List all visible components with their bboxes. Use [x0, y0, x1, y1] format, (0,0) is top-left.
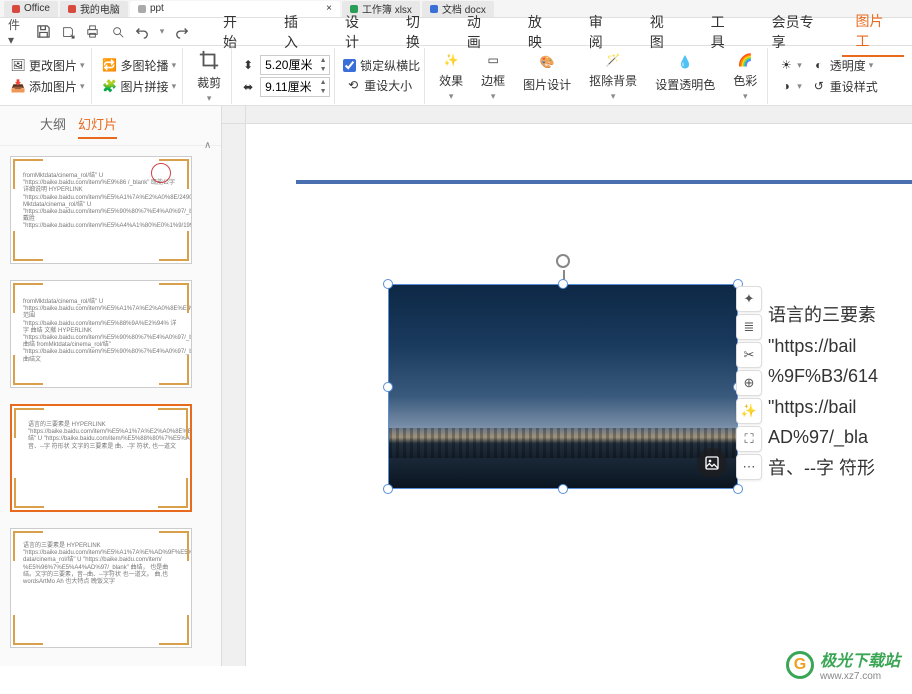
width-icon: ⬌ [240, 79, 256, 95]
rotate-handle[interactable] [556, 254, 570, 268]
height-spinner[interactable]: ▲▼ [260, 77, 330, 97]
slide-canvas[interactable]: ✦ ≣ ✂ ⊕ ✨ ⛶ ⋯ 语言的三要素 "https://bail %9F%B… [246, 124, 912, 666]
resize-handle-ml[interactable] [383, 382, 393, 392]
color-icon: 🌈 [733, 50, 757, 70]
crop-tool-icon[interactable]: ✂ [736, 342, 762, 368]
slide-thumbnail-1[interactable]: fromMktdata/cinema_rol/结" U "https://bai… [10, 156, 192, 264]
multi-carousel-button[interactable]: 🔁多图轮播▾ [100, 56, 179, 75]
print-icon[interactable] [85, 23, 100, 41]
expand-icon[interactable]: ⛶ [736, 426, 762, 452]
slide-thumbnail-4[interactable]: 语言的三要素是 HYPERLINK "https://baike.baidu.c… [10, 528, 192, 648]
slide-thumbnail-2[interactable]: fromMktdata/cinema_rol/结" U "https://bai… [10, 280, 192, 388]
height-icon: ⬍ [240, 57, 256, 73]
remove-bg-button[interactable]: 🪄抠除背景▾ [583, 48, 643, 104]
reset-style-button[interactable]: ◑▾ ↺重设样式 [776, 77, 880, 96]
set-transparent-button[interactable]: 💧设置透明色 [649, 48, 721, 104]
selected-image[interactable] [388, 284, 738, 489]
floating-toolbar: ✦ ≣ ✂ ⊕ ✨ ⛶ ⋯ [736, 286, 762, 480]
image-design-button[interactable]: 🎨图片设计 [517, 48, 577, 104]
tab-mypc[interactable]: 我的电脑 [60, 1, 128, 17]
width-spinner[interactable]: ▲▼ [260, 55, 330, 75]
crop-icon [197, 48, 221, 72]
carousel-icon: 🔁 [102, 57, 118, 73]
spin-down[interactable]: ▼ [317, 65, 329, 74]
image-body[interactable] [388, 284, 738, 489]
print-preview-icon[interactable] [110, 23, 125, 41]
brightness-button[interactable]: ☀▾ ◐透明度▾ [776, 56, 880, 75]
resize-handle-br[interactable] [733, 484, 743, 494]
spin-up[interactable]: ▲ [317, 78, 329, 87]
redo-icon[interactable] [174, 23, 189, 41]
slide-thumbnail-3[interactable]: 语言的三要素是 HYPERLINK "https://baike.baidu.c… [10, 404, 192, 512]
slides-tab[interactable]: 幻灯片 [78, 114, 117, 139]
width-input[interactable] [261, 58, 317, 72]
thumbnails-list[interactable]: fromMktdata/cinema_rol/结" U "https://bai… [0, 146, 221, 666]
logo-icon [151, 163, 171, 183]
effect-icon: ✨ [439, 50, 463, 70]
slide-body-text[interactable]: 语言的三要素 "https://bail %9F%B3/614 "https:/… [768, 300, 912, 484]
magic-wand-icon: 🪄 [601, 50, 625, 70]
contrast-icon: ◑ [778, 78, 794, 94]
dropper-icon: 💧 [673, 50, 697, 74]
resize-handle-tl[interactable] [383, 279, 393, 289]
undo-icon[interactable] [135, 23, 150, 41]
add-image-icon: 📥 [10, 78, 26, 94]
autofit-icon[interactable]: ✦ [736, 286, 762, 312]
ruler-corner [222, 106, 246, 124]
change-image-button[interactable]: 🖼更改图片▾ [8, 56, 87, 75]
image-icon: 🖼 [10, 57, 26, 73]
add-image-button[interactable]: 📥添加图片▾ [8, 77, 87, 96]
crop-button[interactable]: 裁剪▾ [191, 46, 227, 106]
effect-button[interactable]: ✨效果▾ [433, 48, 469, 104]
reset-size-icon: ⟲ [345, 77, 361, 93]
watermark-badge-icon: G [786, 651, 814, 679]
height-input[interactable] [261, 80, 317, 94]
watermark: G 极光下载站 www.xz7.com [786, 647, 900, 682]
save-icon[interactable] [36, 23, 51, 41]
spin-up[interactable]: ▲ [317, 56, 329, 65]
more-icon[interactable]: ⋯ [736, 454, 762, 480]
save-as-icon[interactable] [61, 23, 76, 41]
ruler-vertical [222, 124, 246, 666]
sparkle-icon[interactable]: ✨ [736, 398, 762, 424]
watermark-url: www.xz7.com [820, 671, 900, 682]
title-underline [296, 180, 912, 184]
panel-scroll-up-icon[interactable]: ∧ [204, 140, 211, 151]
lock-ratio-checkbox[interactable]: 锁定纵横比 [343, 57, 420, 74]
image-options-icon[interactable] [697, 448, 727, 478]
tab-office[interactable]: Office [4, 1, 58, 17]
opacity-icon: ◐ [811, 57, 827, 73]
stitch-icon: 🧩 [102, 78, 118, 94]
color-button[interactable]: 🌈色彩▾ [727, 48, 763, 104]
image-stitch-button[interactable]: 🧩图片拼接▾ [100, 77, 179, 96]
workspace: 大纲 幻灯片 ∧ fromMktdata/cinema_rol/结" U "ht… [0, 106, 912, 666]
slide-panel: 大纲 幻灯片 ∧ fromMktdata/cinema_rol/结" U "ht… [0, 106, 222, 666]
ribbon: 🖼更改图片▾ 📥添加图片▾ 🔁多图轮播▾ 🧩图片拼接▾ 裁剪▾ ⬍ ▲▼ ⬌ ▲… [0, 46, 912, 106]
slide-editor: ✦ ≣ ✂ ⊕ ✨ ⛶ ⋯ 语言的三要素 "https://bail %9F%B… [222, 106, 912, 666]
design-icon: 🎨 [535, 50, 559, 74]
sun-icon: ☀ [778, 57, 794, 73]
layers-icon[interactable]: ≣ [736, 314, 762, 340]
border-icon: ▭ [481, 50, 505, 70]
reset-size-button[interactable]: ⟲重设大小 [343, 76, 420, 95]
outline-tab[interactable]: 大纲 [40, 114, 66, 139]
resize-handle-tm[interactable] [558, 279, 568, 289]
spin-down[interactable]: ▼ [317, 87, 329, 96]
quick-access-toolbar: 件 ▾ ▾ 开始 插入 设计 切换 动画 放映 审阅 视图 工具 会员专享 图片… [0, 18, 912, 46]
zoom-icon[interactable]: ⊕ [736, 370, 762, 396]
resize-handle-bl[interactable] [383, 484, 393, 494]
watermark-text: 极光下载站 [820, 647, 900, 671]
resize-handle-bm[interactable] [558, 484, 568, 494]
ruler-horizontal [246, 106, 912, 124]
border-button[interactable]: ▭边框▾ [475, 48, 511, 104]
reset-icon: ↺ [811, 78, 827, 94]
